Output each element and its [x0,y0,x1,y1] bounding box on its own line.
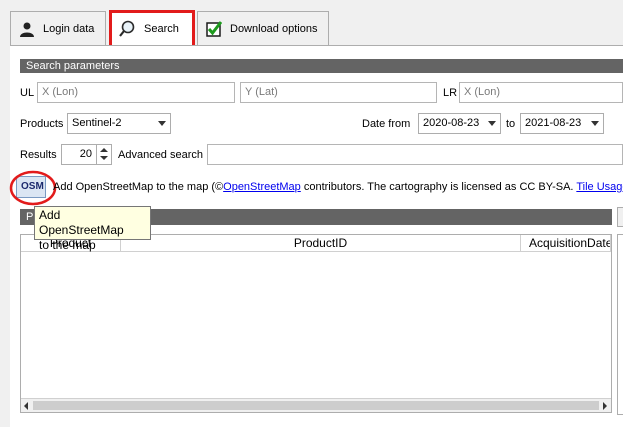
chevron-down-icon [158,121,166,126]
results-spinbox[interactable]: 20 [61,144,112,165]
tab-login-data-label: Login data [43,22,95,35]
products-select[interactable]: Sentinel-2 [67,113,171,134]
osm-attribution-prefix: Add OpenStreetMap to the map (© [53,181,224,193]
ul-label: UL [20,87,35,99]
tab-login-data[interactable]: Login data [10,11,106,45]
osm-attribution: Add OpenStreetMap to the map (©OpenStree… [53,180,623,194]
ul-y-input[interactable]: Y (Lat) [240,82,437,103]
spin-buttons[interactable] [96,145,111,164]
side-panel-edge [617,207,623,227]
horizontal-scrollbar[interactable] [21,398,611,412]
tile-usage-link[interactable]: Tile Usage [576,181,623,193]
tab-download-options[interactable]: Download options [197,11,329,45]
search-parameters-header: Search parameters [20,59,623,73]
scroll-right-icon[interactable] [603,402,607,410]
chevron-down-icon [591,121,599,126]
spin-up-icon [100,148,108,152]
advanced-search-input[interactable] [207,144,623,165]
lr-x-input[interactable]: X (Lon) [459,82,623,103]
side-list-edge [617,234,623,415]
date-from-picker[interactable]: 2020-08-23 [418,113,501,134]
products-select-value: Sentinel-2 [72,117,122,129]
spin-down-icon [100,156,108,160]
column-header-productid[interactable]: ProductID [121,235,521,252]
osm-attribution-middle: contributors. The cartography is license… [300,181,574,193]
osm-tooltip-line1: Add OpenStreetMap [39,208,124,237]
ul-x-input[interactable]: X (Lon) [37,82,235,103]
scrollbar-thumb[interactable] [33,401,599,410]
results-value: 20 [79,148,92,160]
search-tab-highlight [109,10,195,48]
chevron-down-icon [488,121,496,126]
results-label: Results [20,149,57,161]
products-label: Products [20,118,64,130]
lr-label: LR [443,87,458,99]
openstreetmap-link[interactable]: OpenStreetMap [223,181,301,193]
date-to-value: 2021-08-23 [525,117,582,129]
osm-tooltip-line2: to the map [39,238,96,252]
advanced-search-label: Advanced search [118,149,203,161]
scroll-left-icon[interactable] [24,402,28,410]
results-section-title: P [26,211,34,223]
checkmark-icon [206,20,222,37]
user-icon [20,22,34,37]
date-to-picker[interactable]: 2021-08-23 [520,113,604,134]
date-from-value: 2020-08-23 [423,117,480,129]
osm-tooltip: Add OpenStreetMap to the map [34,206,151,252]
column-header-acquisitiondate[interactable]: AcquisitionDate [521,235,611,252]
results-table[interactable]: Product ProductID AcquisitionDate [20,234,612,413]
date-to-label: to [506,118,516,130]
tab-download-options-label: Download options [230,22,318,35]
osm-highlight-circle [9,170,57,206]
date-from-label: Date from [362,118,411,130]
